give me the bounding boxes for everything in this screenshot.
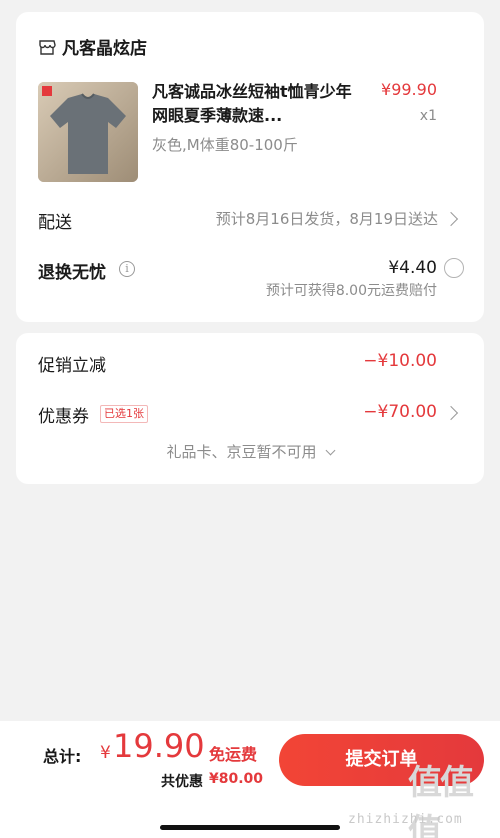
home-indicator — [160, 825, 340, 830]
total-amount: 19.90 — [113, 727, 205, 765]
product-thumbnail[interactable] — [38, 82, 138, 182]
store-icon — [39, 39, 56, 55]
promo-value: −¥10.00 — [363, 351, 437, 371]
gift-card-note[interactable]: 礼品卡、京豆暂不可用 — [16, 441, 484, 462]
return-service-radio[interactable] — [444, 258, 464, 278]
promo-label: 促销立减 — [38, 356, 106, 376]
store-header[interactable]: 凡客晶炫店 — [38, 34, 147, 59]
product-title[interactable]: 凡客诚品冰丝短袖t恤青少年网眼夏季薄款速... — [152, 80, 366, 128]
total-label: 总计: — [43, 747, 82, 766]
product-spec[interactable]: 灰色,M体重80-100斤 — [152, 134, 298, 155]
delivery-info[interactable]: 预计8月16日发货，8月19日送达 — [216, 208, 438, 229]
chevron-right-icon[interactable] — [443, 405, 459, 421]
product-quantity: x1 — [419, 108, 437, 124]
total-currency: ¥ — [100, 743, 111, 763]
coupon-badge: 已选1张 — [100, 405, 148, 423]
chevron-down-icon — [325, 445, 335, 456]
saving-label: 共优惠 — [161, 774, 203, 790]
free-shipping-label: 免运费 — [209, 745, 258, 764]
watermark-url: zhizhizhi.com — [348, 812, 463, 827]
return-service-price: ¥4.40 — [388, 258, 437, 278]
chevron-right-icon[interactable] — [443, 211, 459, 227]
tshirt-thumbnail — [38, 82, 138, 182]
return-service-note: 预计可获得8.00元运费赔付 — [265, 283, 437, 299]
order-card: 凡客晶炫店 凡客诚品冰丝短袖t恤青少年网眼夏季薄款速... ¥99.90 x1 … — [16, 12, 484, 322]
info-icon[interactable]: i — [119, 261, 135, 277]
product-price: ¥99.90 — [381, 80, 437, 99]
discount-card: 促销立减 −¥10.00 优惠券 已选1张 −¥70.00 礼品卡、京豆暂不可用 — [16, 333, 484, 484]
saving-amount: ¥80.00 — [209, 771, 264, 787]
coupon-label[interactable]: 优惠券 — [38, 402, 89, 427]
gift-card-note-text: 礼品卡、京豆暂不可用 — [166, 443, 317, 461]
coupon-value[interactable]: −¥70.00 — [363, 402, 437, 422]
delivery-label: 配送 — [38, 213, 72, 233]
return-service-label: 退换无忧 — [38, 263, 106, 283]
store-name: 凡客晶炫店 — [62, 39, 147, 59]
